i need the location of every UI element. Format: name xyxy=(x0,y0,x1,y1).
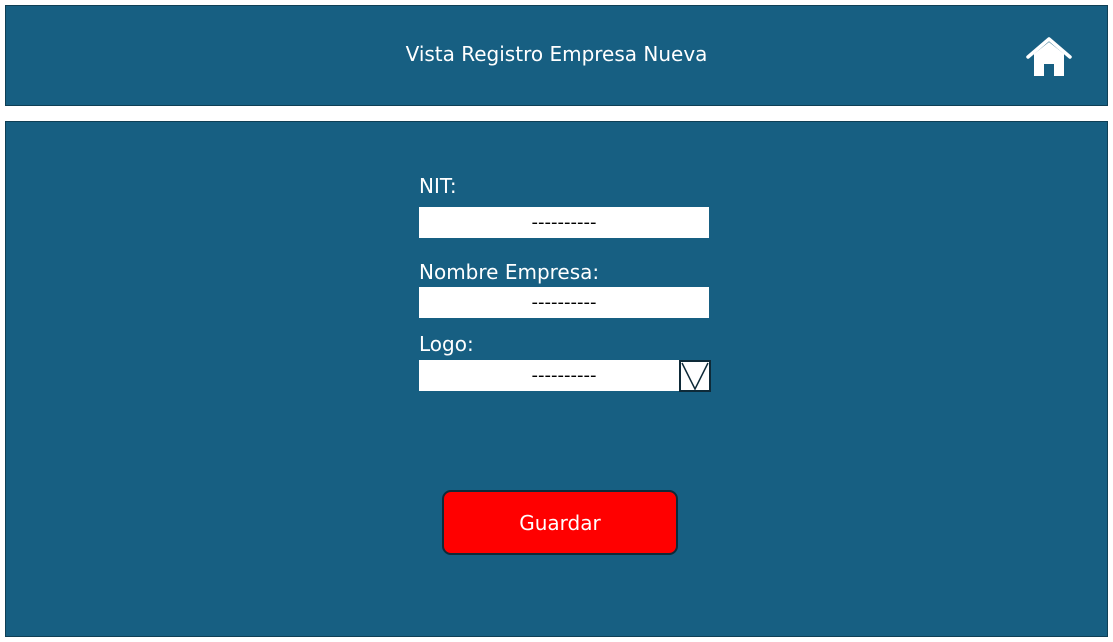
nit-input[interactable] xyxy=(419,207,709,238)
header-bar: Vista Registro Empresa Nueva xyxy=(5,5,1108,106)
nombre-empresa-label: Nombre Empresa: xyxy=(419,260,600,284)
page-title: Vista Registro Empresa Nueva xyxy=(405,42,708,66)
nit-label: NIT: xyxy=(419,174,457,198)
logo-dropdown-button[interactable] xyxy=(679,360,711,392)
chevron-down-icon xyxy=(681,362,709,391)
home-icon xyxy=(1026,37,1072,76)
home-button[interactable] xyxy=(1025,36,1073,80)
logo-label: Logo: xyxy=(419,332,474,356)
nombre-empresa-input[interactable] xyxy=(419,287,709,318)
save-button[interactable]: Guardar xyxy=(442,490,678,555)
logo-select[interactable] xyxy=(419,360,709,391)
registration-form-panel: NIT: Nombre Empresa: Logo: Guardar xyxy=(5,121,1108,637)
